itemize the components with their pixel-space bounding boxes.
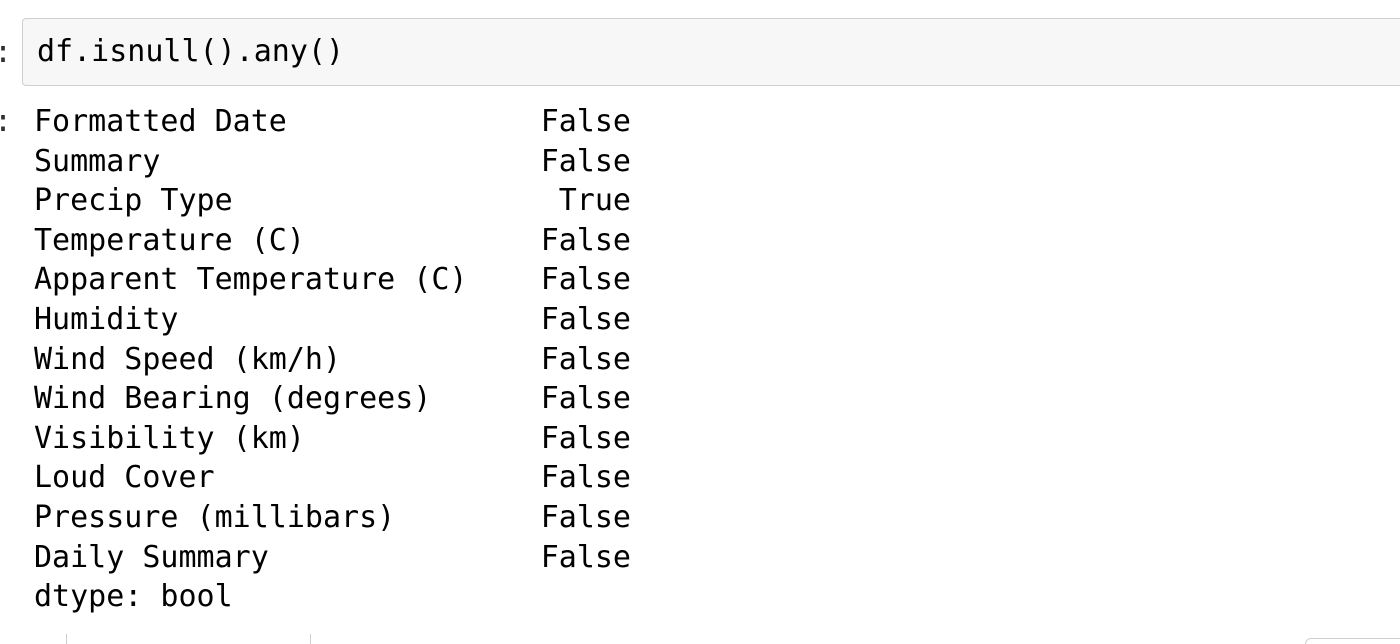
row-value: False [540,539,631,575]
row-label: Loud Cover [34,460,215,496]
row-label: Formatted Date [34,104,287,139]
row-value: False [540,262,631,298]
next-cell-divider [66,634,67,644]
row-label: Precip Type [34,183,233,219]
row-value: False [540,301,631,337]
code-text[interactable]: df.isnull().any() [37,32,344,72]
notebook: : df.isnull().any() : Formatted Date Fal… [0,0,1400,644]
output-prompt: : [0,102,12,142]
next-cell-edge [1305,638,1400,644]
row-label: Apparent Temperature (C) [34,262,468,298]
output-row: Humidity False [34,300,631,340]
row-value: False [540,420,631,456]
row-label: Daily Summary [34,539,269,575]
row-value: False [540,460,631,496]
output-row: Apparent Temperature (C) False [34,260,631,300]
row-value: False [540,341,631,377]
row-label: Wind Speed (km/h) [34,341,342,377]
output-row: Daily Summary False [34,538,631,578]
row-label: Temperature (C) [34,222,305,258]
row-value: True [558,183,631,219]
output-row: Wind Bearing (degrees) False [34,379,631,419]
output-row: Precip Type True [34,181,631,221]
output-area: Formatted Date False Summary False Preci… [34,102,631,617]
row-label: Summary [34,143,161,179]
code-input-cell[interactable]: df.isnull().any() [22,18,1400,86]
output-row: Loud Cover False [34,458,631,498]
output-row: Formatted Date False [34,102,631,142]
row-value: False [540,499,631,535]
row-value: False [540,381,631,417]
row-value: False [540,104,631,139]
row-label: Humidity [34,301,179,337]
row-label: Pressure (millibars) [34,499,396,535]
input-prompt: : [0,33,12,73]
output-row: Wind Speed (km/h) False [34,340,631,380]
output-row: Pressure (millibars) False [34,498,631,538]
row-label: Visibility (km) [34,420,305,456]
next-cell-divider [310,634,311,644]
output-row: Visibility (km) False [34,419,631,459]
output-row: Summary False [34,142,631,182]
row-value: False [540,143,631,179]
row-value: False [540,222,631,258]
row-label: Wind Bearing (degrees) [34,381,432,417]
output-row: Temperature (C) False [34,221,631,261]
